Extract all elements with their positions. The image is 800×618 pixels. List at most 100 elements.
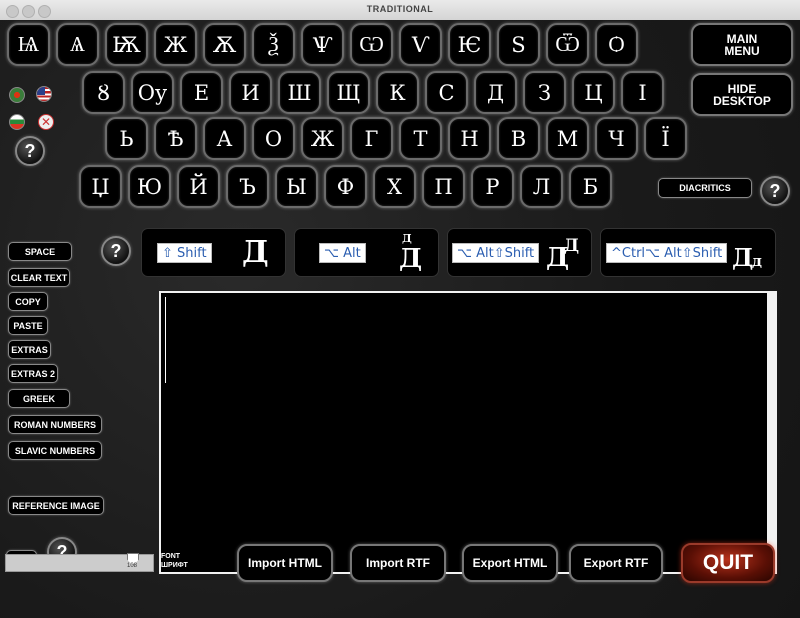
key-label: Ы [286,174,307,199]
paste-button[interactable]: PASTE [8,316,48,335]
key-r1-8[interactable]: Ѡ [350,23,393,66]
key-r2-10[interactable]: З [523,71,566,114]
key-r2-2[interactable]: Оу [131,71,174,114]
text-editor[interactable] [159,291,777,574]
key-r4-4[interactable]: Ъ [226,165,269,208]
key-label: Ш [287,80,312,105]
key-label: Ѕ [511,32,526,57]
key-r4-1[interactable]: Џ [79,165,122,208]
reset-language-icon[interactable]: ✕ [38,114,54,130]
key-r3-6[interactable]: Г [350,117,393,160]
key-r1-5[interactable]: Ѫ [203,23,246,66]
us-flag-icon[interactable] [36,86,52,102]
key-label: Х [387,174,402,199]
key-r2-3[interactable]: Е [180,71,223,114]
key-r2-8[interactable]: С [425,71,468,114]
key-r3-11[interactable]: Ч [595,117,638,160]
key-r1-2[interactable]: Ѧ [56,23,99,66]
reference-image-button[interactable]: REFERENCE IMAGE [8,496,104,515]
key-r4-2[interactable]: Ю [128,165,171,208]
key-label: К [389,80,406,105]
key-r1-7[interactable]: Ѱ [301,23,344,66]
key-r2-9[interactable]: Д [474,71,517,114]
key-r3-3[interactable]: А [203,117,246,160]
extras-2-button[interactable]: EXTRAS 2 [8,364,58,383]
key-r3-1[interactable]: Ь [105,117,148,160]
shift-modifier-panel: ⇧ Shift Д [141,228,286,277]
portugal-flag-icon[interactable] [9,87,25,103]
key-r2-11[interactable]: Ц [572,71,615,114]
key-r1-9[interactable]: Ѵ [399,23,442,66]
font-label-ru: ШРИФТ [161,562,188,569]
key-r4-6[interactable]: Ф [324,165,367,208]
main-menu-button[interactable]: MAIN MENU [691,23,793,66]
import-rtf-button[interactable]: Import RTF [350,544,446,582]
key-r1-1[interactable]: Ѩ [7,23,50,66]
key-label: Ж [163,32,188,57]
key-r1-3[interactable]: Ѭ [105,23,148,66]
alt-modifier-panel: ⌥ Alt Д Д [294,228,439,277]
key-r4-7[interactable]: Х [373,165,416,208]
key-r3-9[interactable]: В [497,117,540,160]
key-label: Ѩ [17,32,40,56]
space-button[interactable]: SPACE [8,242,72,261]
key-label: Щ [336,80,361,105]
alt-keys-label: ⌥ Alt [319,243,366,263]
key-r4-10[interactable]: Л [520,165,563,208]
key-r3-2[interactable]: Ѣ [154,117,197,160]
key-r4-8[interactable]: П [422,165,465,208]
key-r4-5[interactable]: Ы [275,165,318,208]
key-r4-9[interactable]: Р [471,165,514,208]
key-label: Ь [119,126,134,151]
key-r3-4[interactable]: О [252,117,295,160]
key-r2-4[interactable]: И [229,71,272,114]
key-label: Л [532,174,551,199]
key-r4-3[interactable]: Й [177,165,220,208]
export-html-button[interactable]: Export HTML [462,544,558,582]
key-r1-4[interactable]: Ж [154,23,197,66]
import-html-button[interactable]: Import HTML [237,544,333,582]
key-label: А [216,126,233,151]
greek-button[interactable]: GREEK [8,389,70,408]
key-r1-10[interactable]: Ѥ [448,23,491,66]
export-rtf-button[interactable]: Export RTF [569,544,663,582]
key-r2-7[interactable]: К [376,71,419,114]
help-button[interactable]: ? [15,136,45,166]
clear-text-button[interactable]: CLEAR TEXT [8,268,70,287]
font-size-slider[interactable]: 108 [5,553,154,572]
key-r3-10[interactable]: М [546,117,589,160]
key-r2-12[interactable]: І [621,71,664,114]
diacritics-button[interactable]: DIACRITICS [658,178,752,198]
editor-scrollbar[interactable] [767,293,775,572]
key-r3-12[interactable]: Ї [644,117,687,160]
key-label: Й [189,174,208,199]
key-r1-12[interactable]: Ѿ [546,23,589,66]
slavic-numbers-button[interactable]: SLAVIC NUMBERS [8,441,102,460]
key-label: Т [413,126,428,151]
bulgaria-flag-icon[interactable] [9,114,25,130]
key-r2-5[interactable]: Ш [278,71,321,114]
hide-desktop-button[interactable]: HIDE DESKTOP [691,73,793,116]
key-label: Д [486,80,505,105]
key-label: П [434,174,453,199]
diacritics-help-button[interactable]: ? [760,176,790,206]
key-r3-7[interactable]: Т [399,117,442,160]
key-r3-8[interactable]: Н [448,117,491,160]
key-r3-5[interactable]: Ж [301,117,344,160]
quit-button[interactable]: QUIT [681,543,775,583]
modifiers-help-button[interactable]: ? [101,236,131,266]
key-label: Ѫ [212,32,237,57]
key-r1-13[interactable]: Ѻ [595,23,638,66]
ctrl-alt-shift-keys-label: ^Ctrl⌥ Alt⇧Shift [606,243,728,263]
roman-numbers-button[interactable]: ROMAN NUMBERS [8,415,102,434]
key-r2-6[interactable]: Щ [327,71,370,114]
key-label: Ѯ [268,32,279,56]
key-label: Г [364,126,379,151]
extras-button[interactable]: EXTRAS [8,340,51,359]
copy-button[interactable]: COPY [8,292,48,311]
key-r4-11[interactable]: Б [569,165,612,208]
key-r2-1[interactable]: Ȣ [82,71,125,114]
key-r1-11[interactable]: Ѕ [497,23,540,66]
key-r1-6[interactable]: Ѯ [252,23,295,66]
key-label: И [241,80,260,105]
